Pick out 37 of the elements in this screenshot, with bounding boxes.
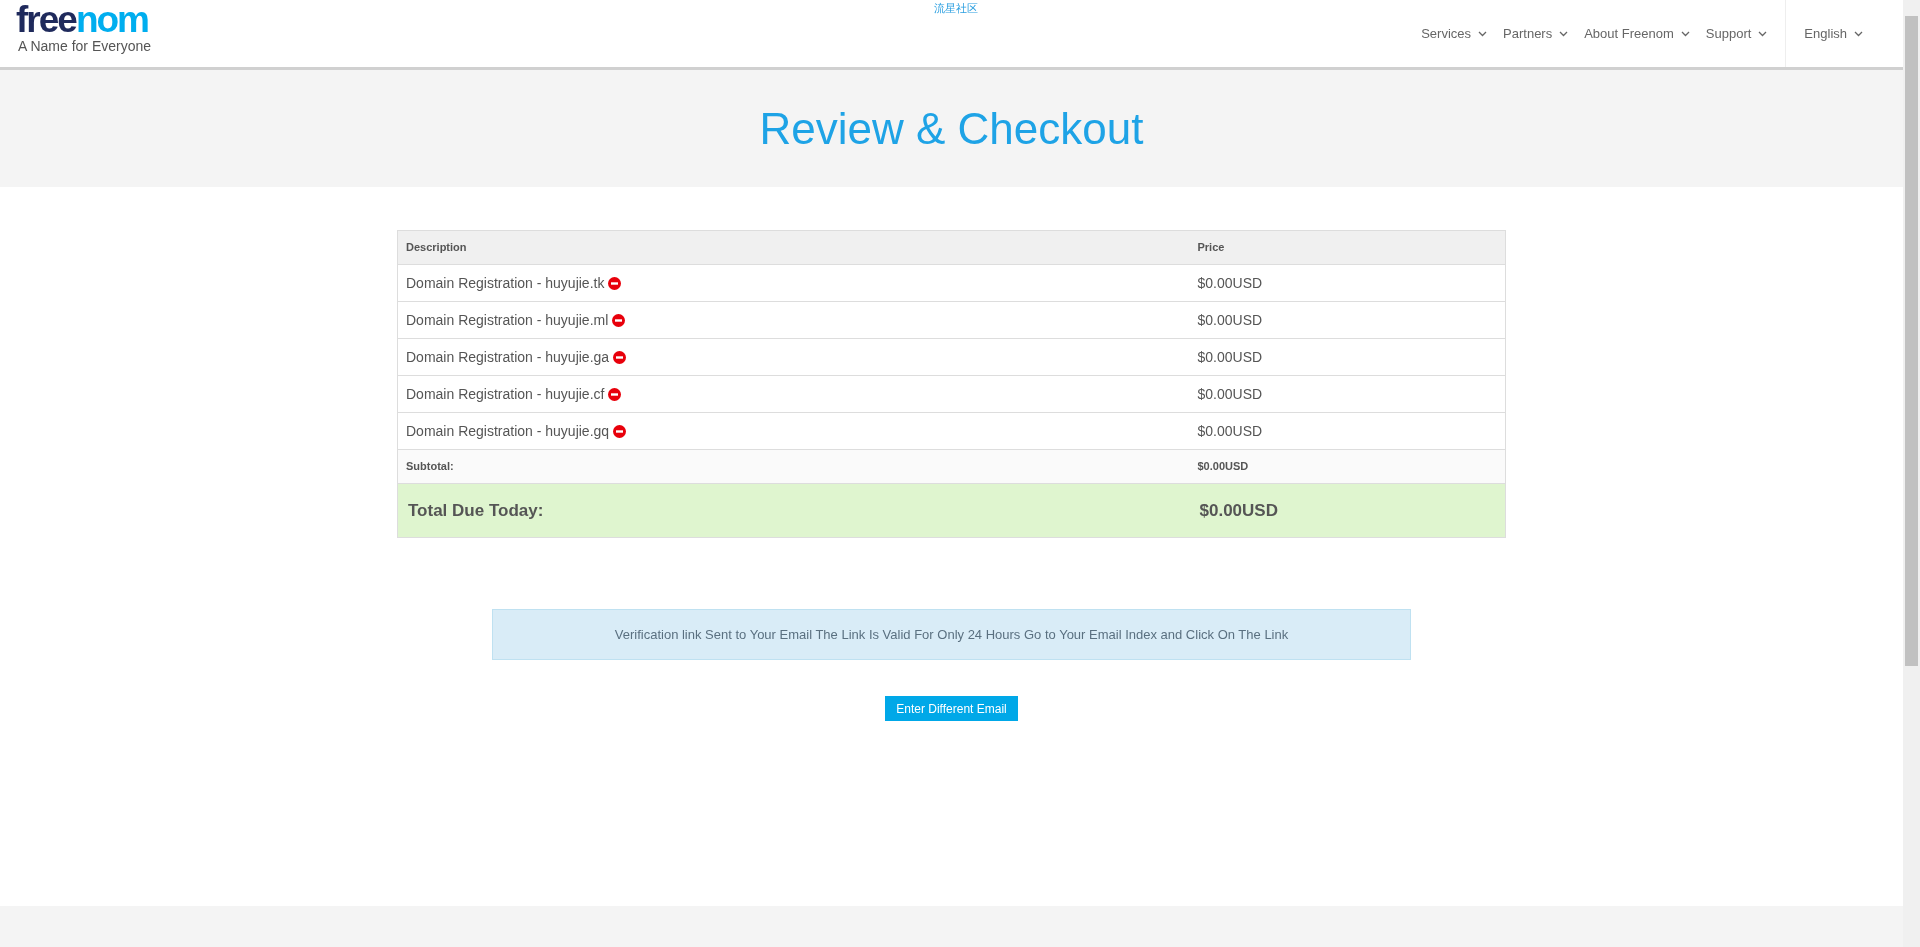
language-selector[interactable]: English [1804,23,1863,44]
item-price: $0.00USD [1189,412,1506,450]
remove-icon[interactable] [613,350,627,364]
nav-menu-link[interactable]: About Freenom [1576,23,1698,44]
subtotal-value: $0.00USD [1189,449,1506,484]
chevron-down-icon [1478,30,1488,37]
freenom-logo[interactable]: freenom [16,4,152,36]
item-description: Domain Registration - huyujie.gq [406,421,610,441]
remove-icon[interactable] [608,387,622,401]
item-description: Domain Registration - huyujie.cf [406,384,605,404]
total-label: Total Due Today: [397,483,1190,538]
remove-icon[interactable] [608,276,622,290]
scrollbar[interactable] [1903,0,1920,947]
column-header: Description [397,230,1190,265]
top-link[interactable]: 流星社区 [934,0,978,17]
verification-alert: Verification link Sent to Your Email The Link Is Valid For Only 24 Hours Go to Your Email Index and Click On The Link [492,609,1411,660]
logo-tagline: A Name for Everyone [17,37,152,56]
item-description: Domain Registration - huyujie.ga [406,347,610,367]
nav-menu-link[interactable]: Services [1413,23,1496,44]
nav-menu-link[interactable]: Partners [1495,23,1577,44]
item-description: Domain Registration - huyujie.tk [406,273,605,293]
chevron-down-icon [1680,30,1690,37]
item-price: $0.00USD [1189,301,1506,339]
remove-icon[interactable] [612,313,626,327]
item-price: $0.00USD [1189,375,1506,413]
subtotal-label: Subtotal: [397,449,1190,484]
total-value: $0.00USD [1189,483,1506,538]
item-price: $0.00USD [1189,264,1506,302]
column-header: Price [1189,230,1506,265]
chevron-down-icon [1758,30,1768,37]
chevron-down-icon [1854,30,1863,37]
item-price: $0.00USD [1189,338,1506,376]
nav-menu-link[interactable]: Support [1697,23,1776,44]
item-description: Domain Registration - huyujie.ml [406,310,609,330]
chevron-down-icon [1559,30,1569,37]
page-title: Review & Checkout [759,102,1144,155]
remove-icon[interactable] [613,424,627,438]
